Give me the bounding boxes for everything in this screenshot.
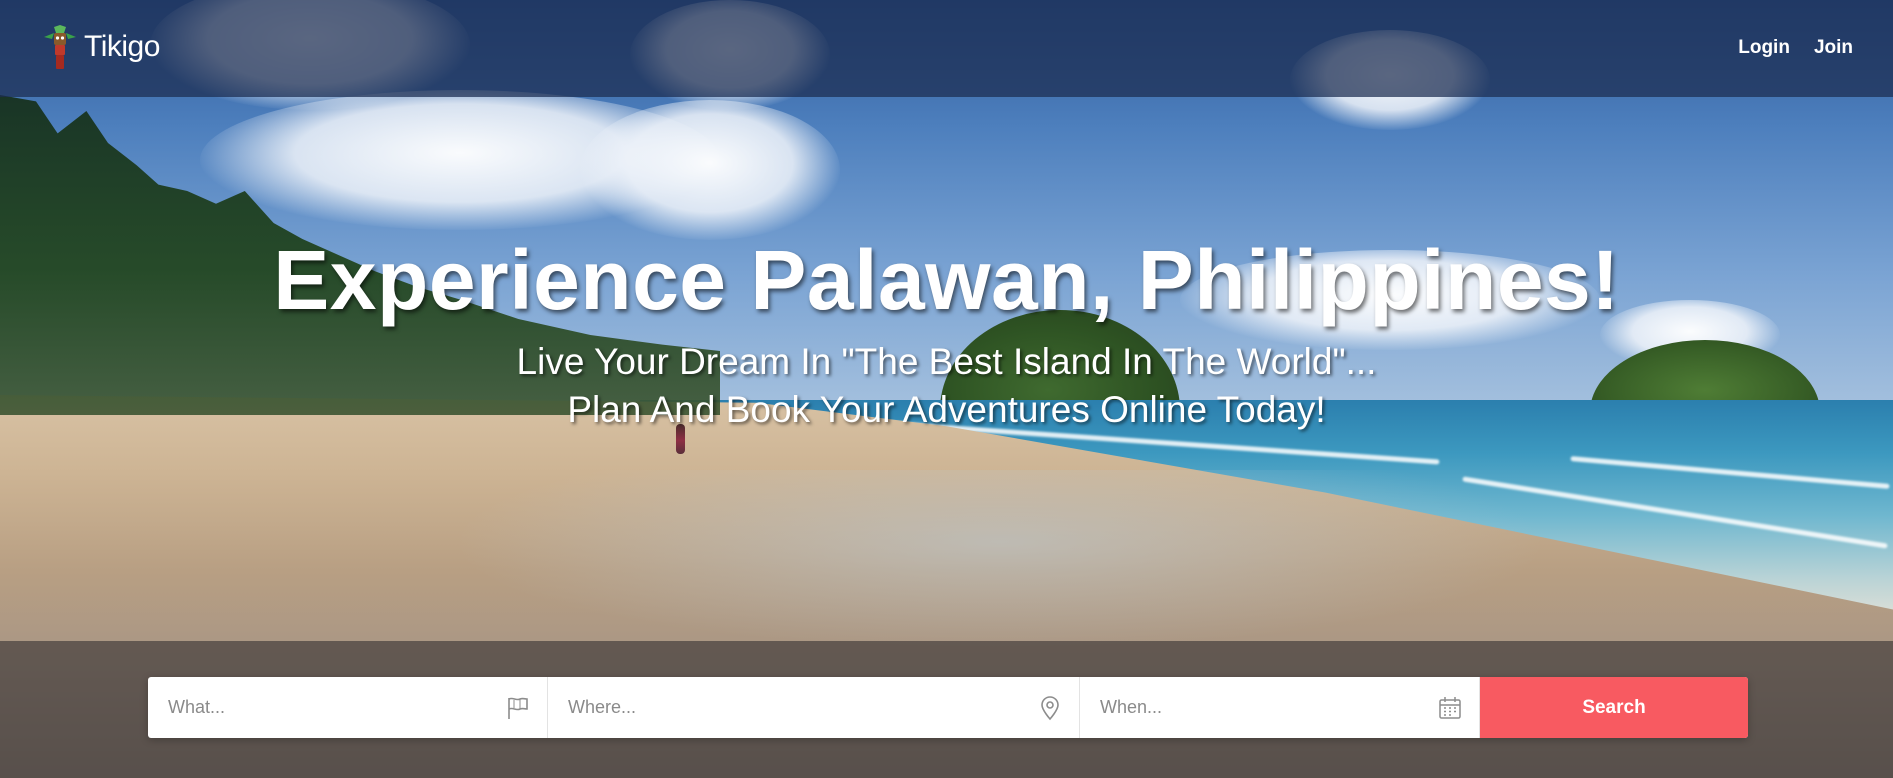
flag-icon [505, 695, 531, 721]
hero-subtitle-line-1: Live Your Dream In "The Best Island In T… [516, 341, 1377, 382]
header-overlay [0, 0, 1893, 97]
when-field [1080, 677, 1480, 738]
login-link[interactable]: Login [1738, 37, 1790, 59]
search-button[interactable]: Search [1480, 677, 1748, 738]
hero-subtitle-line-2: Plan And Book Your Adventures Online Tod… [567, 389, 1326, 430]
logo-text: Tikigo [84, 30, 160, 63]
join-link[interactable]: Join [1814, 37, 1853, 59]
map-pin-icon [1037, 695, 1063, 721]
top-nav: Login Join [1738, 37, 1853, 59]
logo[interactable]: Tikigo [40, 25, 160, 69]
search-bar: Search [148, 677, 1748, 738]
hero-title: Experience Palawan, Philippines! [273, 233, 1620, 327]
cloud [580, 100, 840, 240]
where-field [548, 677, 1080, 738]
what-field [148, 677, 548, 738]
what-input[interactable] [148, 677, 547, 738]
wet-sand-reflection [450, 470, 1550, 650]
tiki-logo-icon [40, 25, 80, 69]
where-input[interactable] [548, 677, 1079, 738]
when-input[interactable] [1080, 677, 1479, 738]
hero-subtitle: Live Your Dream In "The Best Island In T… [0, 338, 1893, 434]
calendar-icon [1437, 695, 1463, 721]
